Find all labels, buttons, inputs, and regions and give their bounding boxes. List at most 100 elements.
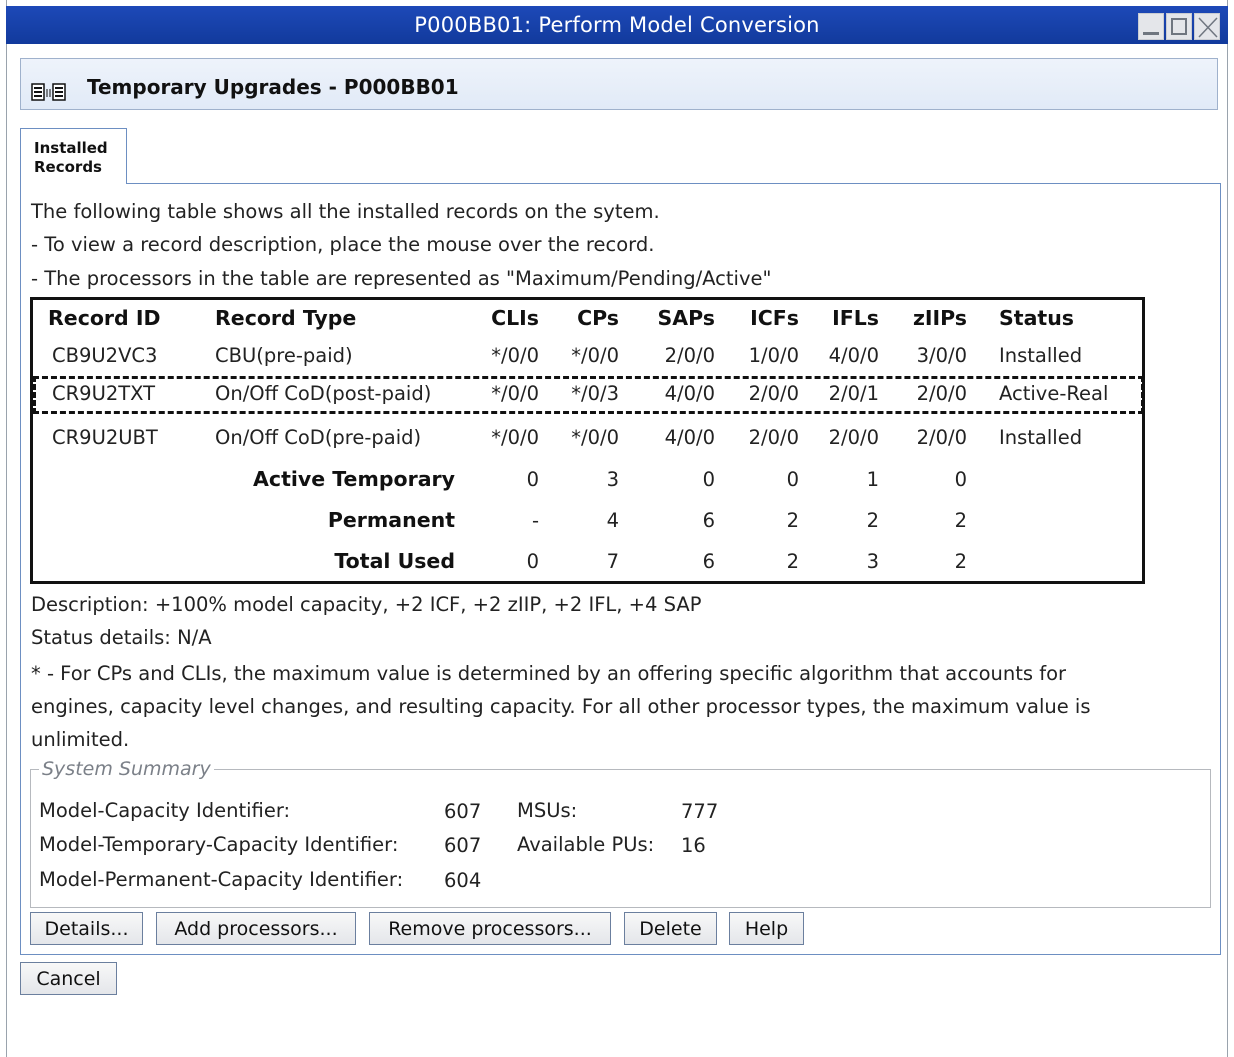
cell-ziips: 2/0/0 [916,426,967,449]
model-temporary-capacity-value: 607 [444,834,482,857]
total-ifls: 2 [866,509,879,532]
total-saps: 0 [702,468,715,491]
cell-record-type: CBU(pre-paid) [215,344,353,367]
col-header-icfs: ICFs [750,306,799,330]
totals-label: Permanent [327,508,455,532]
cell-icfs: 1/0/0 [748,344,799,367]
system-summary-legend: System Summary [42,758,211,780]
task-header: Temporary Upgrades - P000BB01 [20,58,1218,110]
task-icon [31,83,66,101]
details-button[interactable]: Details... [30,912,143,945]
record-description: Description: +100% model capacity, +2 IC… [31,593,702,616]
totals-row-total-used: Total Used 0 7 6 2 3 2 [33,543,1142,583]
totals-row-active-temporary: Active Temporary 0 3 0 0 1 0 [33,461,1142,501]
col-header-ziips: zIIPs [912,306,967,330]
msus-label: MSUs: [517,799,578,822]
cell-saps: 2/0/0 [664,344,715,367]
tab-installed-records[interactable]: Installed Records [20,128,127,184]
model-capacity-value: 607 [444,800,482,823]
cell-status: Active-Real [999,382,1109,405]
close-button[interactable] [1194,13,1220,40]
cell-record-id: CR9U2TXT [52,382,156,405]
total-ziips: 0 [954,468,967,491]
total-clis: 0 [526,550,539,573]
col-header-record-id: Record ID [48,306,161,330]
col-header-cps: CPs [577,306,619,330]
title-bar[interactable]: P000BB01: Perform Model Conversion [6,6,1228,44]
add-processors-button[interactable]: Add processors... [156,912,356,945]
footnote-line: unlimited. [31,728,130,751]
cell-record-id: CR9U2UBT [52,426,158,449]
cell-saps: 4/0/0 [664,382,715,405]
window-title: P000BB01: Perform Model Conversion [414,13,820,37]
total-ziips: 2 [954,550,967,573]
totals-row-permanent: Permanent - 4 6 2 2 2 [33,502,1142,542]
model-capacity-label: Model-Capacity Identifier: [39,799,291,822]
total-clis: - [531,509,539,532]
col-header-record-type: Record Type [215,306,357,330]
cell-status: Installed [999,344,1083,367]
cell-ifls: 2/0/0 [828,426,879,449]
cell-icfs: 2/0/0 [748,426,799,449]
cell-icfs: 2/0/0 [748,382,799,405]
total-ifls: 1 [866,468,879,491]
cell-ziips: 3/0/0 [916,344,967,367]
cell-saps: 4/0/0 [664,426,715,449]
total-cps: 3 [606,468,619,491]
cell-ifls: 4/0/0 [828,344,879,367]
col-header-saps: SAPs [657,306,716,330]
cell-cps: */0/3 [571,382,619,405]
page-title: Temporary Upgrades - P000BB01 [87,75,459,99]
cell-record-id: CB9U2VC3 [52,344,158,367]
total-icfs: 2 [786,550,799,573]
remove-processors-button[interactable]: Remove processors... [369,912,611,945]
total-saps: 6 [702,550,715,573]
maximize-button[interactable] [1166,13,1192,40]
total-cps: 4 [606,509,619,532]
totals-label: Active Temporary [253,467,455,491]
model-permanent-capacity-value: 604 [444,869,482,892]
close-icon [1198,17,1218,38]
intro-text: The following table shows all the instal… [31,200,660,223]
minimize-button[interactable] [1138,13,1164,40]
model-temporary-capacity-label: Model-Temporary-Capacity Identifier: [39,833,399,856]
delete-button[interactable]: Delete [624,912,717,945]
model-permanent-capacity-label: Model-Permanent-Capacity Identifier: [39,868,404,891]
available-pus-label: Available PUs: [517,833,655,856]
col-header-ifls: IFLs [832,306,879,330]
available-pus-value: 16 [681,834,706,857]
help-button[interactable]: Help [729,912,804,945]
total-clis: 0 [526,468,539,491]
totals-label: Total Used [334,549,455,573]
intro-format: - The processors in the table are repres… [31,267,772,290]
col-header-status: Status [999,306,1074,330]
total-icfs: 0 [786,468,799,491]
table-row[interactable]: CB9U2VC3 CBU(pre-paid) */0/0 */0/0 2/0/0… [33,338,1142,376]
cell-record-type: On/Off CoD(post-paid) [215,382,432,405]
total-cps: 7 [606,550,619,573]
cell-cps: */0/0 [571,344,619,367]
cell-clis: */0/0 [491,426,539,449]
msus-value: 777 [681,800,719,823]
cell-ifls: 2/0/1 [828,382,879,405]
total-ifls: 3 [866,550,879,573]
total-saps: 6 [702,509,715,532]
total-icfs: 2 [786,509,799,532]
cell-cps: */0/0 [571,426,619,449]
cell-ziips: 2/0/0 [916,382,967,405]
table-row-selected[interactable]: CR9U2TXT On/Off CoD(post-paid) */0/0 */0… [33,376,1144,414]
cancel-button[interactable]: Cancel [20,962,117,995]
status-details: Status details: N/A [31,626,212,649]
records-table: Record ID Record Type CLIs CPs SAPs ICFs… [30,297,1145,584]
intro-hint: - To view a record description, place th… [31,233,655,256]
col-header-clis: CLIs [491,306,539,330]
table-row[interactable]: CR9U2UBT On/Off CoD(pre-paid) */0/0 */0/… [33,420,1142,458]
total-ziips: 2 [954,509,967,532]
footnote-line: engines, capacity level changes, and res… [31,695,1091,718]
tab-label: Installed Records [34,139,108,176]
cell-record-type: On/Off CoD(pre-paid) [215,426,422,449]
cell-clis: */0/0 [491,344,539,367]
cell-clis: */0/0 [491,382,539,405]
cell-status: Installed [999,426,1083,449]
footnote-line: * - For CPs and CLIs, the maximum value … [31,662,1067,685]
